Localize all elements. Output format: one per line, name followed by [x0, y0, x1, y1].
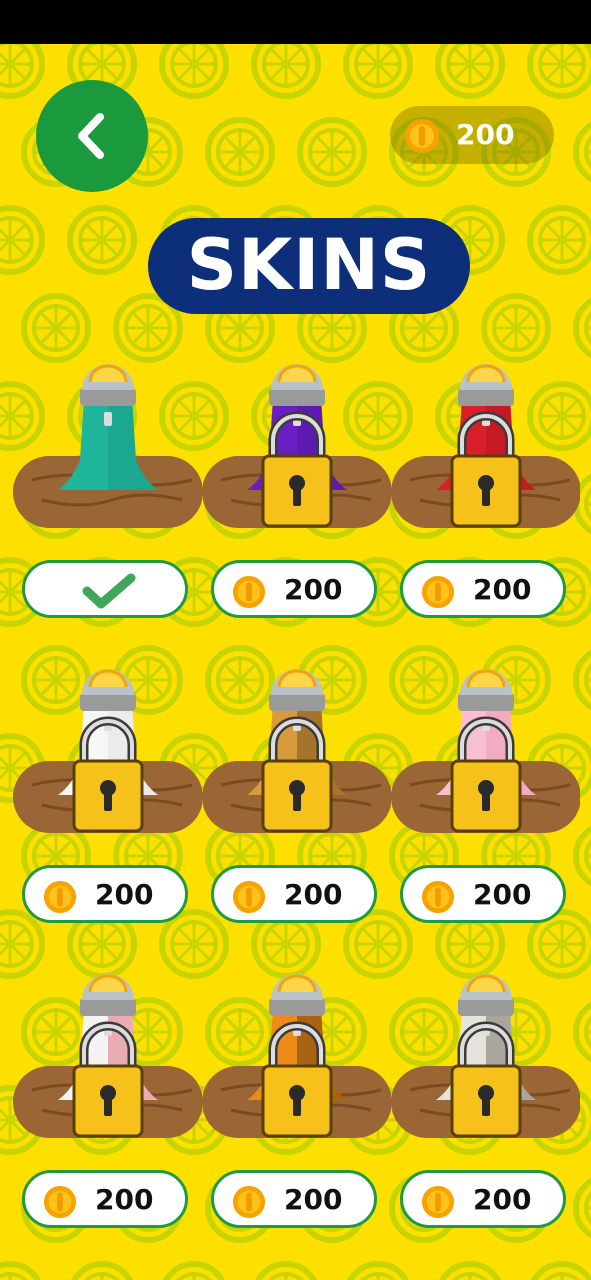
buy-skin-button[interactable]: 200	[211, 1170, 377, 1228]
skin-price: 200	[284, 878, 343, 911]
buy-skin-button[interactable]: 200	[400, 1170, 566, 1228]
buy-skin-button[interactable]: 200	[400, 560, 566, 618]
skin-card-white-confetti[interactable]: 200	[12, 655, 202, 945]
check-icon	[82, 573, 136, 609]
coin-icon	[405, 119, 439, 153]
skin-card-tiger[interactable]: 200	[201, 960, 391, 1250]
skin-price: 200	[284, 573, 343, 606]
skin-price: 200	[95, 1183, 154, 1216]
skin-card-leopard[interactable]: 200	[201, 655, 391, 945]
buy-skin-button[interactable]: 200	[400, 865, 566, 923]
coin-icon	[232, 575, 266, 609]
skin-card-snow-leopard[interactable]: 200	[390, 960, 580, 1250]
coin-count: 200	[456, 118, 515, 151]
skin-price: 200	[473, 878, 532, 911]
coin-icon	[421, 880, 455, 914]
skin-price: 200	[284, 1183, 343, 1216]
coin-balance: 200	[390, 106, 554, 164]
buy-skin-button[interactable]: 200	[22, 865, 188, 923]
buy-skin-button[interactable]: 200	[211, 560, 377, 618]
status-bar	[0, 0, 591, 44]
title-text: SKINS	[186, 224, 432, 306]
buy-skin-button[interactable]: 200	[22, 1170, 188, 1228]
coin-icon	[421, 575, 455, 609]
page-title: SKINS	[146, 212, 472, 318]
coin-icon	[421, 1185, 455, 1219]
skin-card-red-polka[interactable]: 200	[390, 350, 580, 640]
chevron-left-icon	[78, 113, 104, 159]
buy-skin-button[interactable]: 200	[211, 865, 377, 923]
skin-card-purple[interactable]: 200	[201, 350, 391, 640]
skin-card-pink-lace[interactable]: 200	[390, 655, 580, 945]
owned-skin-button[interactable]	[22, 560, 188, 618]
skin-price: 200	[473, 1183, 532, 1216]
coin-icon	[232, 880, 266, 914]
skin-price: 200	[95, 878, 154, 911]
back-button[interactable]	[36, 80, 148, 192]
skin-card-teal[interactable]	[12, 350, 202, 640]
coin-icon	[43, 1185, 77, 1219]
skin-price: 200	[473, 573, 532, 606]
coin-icon	[232, 1185, 266, 1219]
skin-card-red-stripes[interactable]: 200	[12, 960, 202, 1250]
coin-icon	[43, 880, 77, 914]
